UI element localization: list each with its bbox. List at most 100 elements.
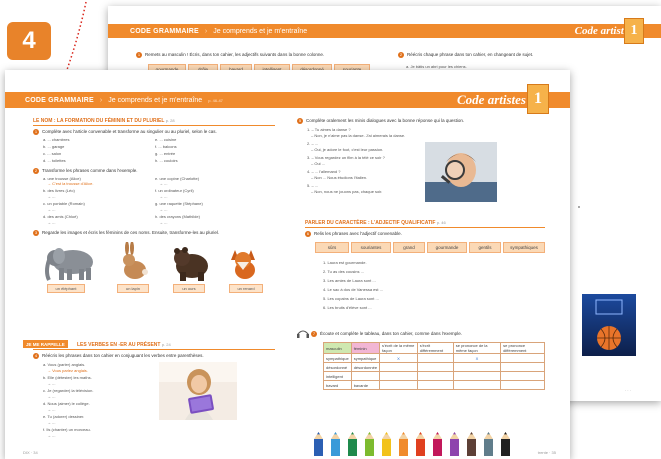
exercise-2-item: f. un ordinateur (Cyril)	[155, 188, 194, 193]
colored-pencil-icon	[484, 432, 493, 456]
table-row: intelligent	[323, 371, 545, 381]
adjective-chip: grand	[393, 242, 425, 253]
table-cell	[416, 371, 454, 381]
exercise-1-item: f. ... balcons	[155, 144, 177, 149]
table-cell	[416, 353, 454, 363]
dialogue-line: – Oui, je adore le foot, c'est leur pass…	[311, 147, 384, 152]
exercise-2-answer: → ...	[47, 194, 56, 199]
colored-pencil-icon	[331, 432, 340, 456]
animal-label: un renard	[229, 284, 263, 293]
unit-tag: 1	[527, 84, 549, 114]
dialogue-line: – Non, nous ne jouons pas, chaque soir.	[311, 189, 383, 194]
exercise-4-answer: → ...	[47, 420, 56, 425]
exercise-1-item: a. ... chambres	[43, 137, 70, 142]
table-cell	[500, 371, 545, 381]
rabbit-illustration	[123, 242, 148, 279]
exercise-1-item: d. ... toilettes	[43, 158, 66, 163]
adjective-chip: gourmande	[427, 242, 467, 253]
table-cell	[379, 371, 418, 381]
back-exercise-2: 2 Réécris chaque phrase dans ton cahier, …	[398, 52, 534, 58]
table-cell: désordonnée	[350, 362, 381, 372]
exercise-4-answer: → ...	[47, 433, 56, 438]
section-title-adjective: PARLER DU CARACTÈRE : L'ADJECTIF QUALIFI…	[305, 220, 446, 226]
exercise-4-item: d. Nous (aimer) le collège.	[43, 401, 90, 406]
animal-label: un ours	[173, 284, 205, 293]
table-cell	[416, 362, 454, 372]
dialogue-line: – Non ... Nous étudions l'italien.	[311, 175, 368, 180]
table-cell	[416, 380, 454, 390]
table-cell: sympathique	[323, 353, 352, 363]
table-row: sympathique sympathique X X	[323, 353, 545, 363]
adjective-chip: souriantes	[351, 242, 391, 253]
back-page-header: CODE GRAMMAIRE › Je comprends et je m'en…	[108, 24, 661, 38]
section-rule	[305, 227, 545, 228]
exercise-4-item: b. Elle (détester) les maths.	[43, 375, 92, 380]
table-cell	[500, 353, 545, 363]
step-number-badge: 4	[7, 22, 51, 60]
colored-pencil-icon	[314, 432, 323, 456]
bear-illustration	[174, 247, 208, 281]
table-header: s'écrit de la même façon	[379, 342, 418, 354]
exercise-7-instruction: 7 Écoute et complète le tableau, dans ton…	[311, 331, 462, 337]
table-cell: sympathique	[350, 353, 381, 363]
colored-pencil-icon	[501, 432, 510, 456]
page-footer-left: DIX · 34	[23, 450, 38, 455]
header-separator: ›	[99, 96, 103, 104]
exercise-1-item: h. ... couloirs	[155, 158, 178, 163]
girl-with-tablet-photo	[159, 362, 237, 420]
exercise-6-item: 3. Les amies de Laura sont ...	[323, 278, 376, 283]
exercise-4-item: c. Je (regarder) la télévision.	[43, 388, 94, 393]
exercise-4-answer: → ...	[47, 394, 56, 399]
colored-pencil-icon	[416, 432, 425, 456]
exercise-1-item: c. ... salon	[43, 151, 62, 156]
exercise-1-item: e. ... cuisine	[155, 137, 177, 142]
table-cell: bavard	[323, 380, 352, 390]
exercise-2-instruction: 2 Transforme les phrases comme dans l'exe…	[33, 168, 138, 174]
listening-headphones-icon	[297, 330, 309, 338]
dialogue-line: – Oui ...	[311, 161, 326, 166]
section-title-noun: LE NOM : LA FORMATION DU FÉMININ ET DU P…	[33, 118, 175, 124]
header-page-ref: p. 46-47	[208, 97, 223, 103]
animal-label: un lapin	[117, 284, 149, 293]
table-cell	[452, 362, 502, 372]
exercise-6-item: 6. Les bruits d'élève sont ...	[323, 305, 372, 310]
dialogue-line: 5. – ...	[307, 183, 319, 188]
exercise-2-item: d. des amis (Chloé)	[43, 214, 78, 219]
table-cell: X	[379, 353, 418, 363]
exercise-2-item: h. des crayons (Mathilde)	[155, 214, 200, 219]
exercise-4-item: e. Tu (adorer) dessiner.	[43, 414, 85, 419]
exercise-4-item: f. Ils (chanter) un morceau.	[43, 427, 91, 432]
basketball-photo	[582, 294, 636, 356]
table-row: bavard bavarde	[323, 380, 545, 390]
exercise-5-instruction: 5 Complète oralement les minis dialogues …	[297, 118, 465, 124]
adjective-chip: sympathiques	[503, 242, 545, 253]
exercise-2-answer: → ...	[47, 220, 56, 225]
table-header: s'écrit différemment	[416, 342, 454, 354]
table-cell	[500, 380, 545, 390]
exercise-4-item: a. Vous (parler) anglais.	[43, 362, 86, 367]
dialogue-line: 4. – ... l'allemand ?	[307, 169, 341, 174]
colored-pencil-icon	[433, 432, 442, 456]
section-rule	[33, 349, 275, 350]
back-module-name: CODE GRAMMAIRE	[130, 27, 199, 35]
section-rule	[33, 125, 275, 126]
back-header-title: Je comprends et je m'entraîne	[213, 27, 308, 35]
exercise-1-item: g. ... entrée	[155, 151, 176, 156]
table-cell	[500, 362, 545, 372]
dialogue-line: – Non, je n'aime pas la danse. J'ai aime…	[311, 133, 406, 138]
exercise-6-item: 5. Les copains de Laura sont ...	[323, 296, 379, 301]
back-header-separator: ›	[204, 27, 208, 35]
colored-pencil-icon	[348, 432, 357, 456]
back-unit-tag: 1	[624, 18, 644, 44]
module-name: CODE GRAMMAIRE	[25, 96, 94, 104]
colored-pencil-icon	[450, 432, 459, 456]
dialogue-line: 2. – ...	[307, 141, 319, 146]
exercise-6-item: 2. Tu as des cousins ...	[323, 269, 364, 274]
elephant-illustration	[45, 248, 93, 281]
dialogue-line: 3. – Vous regardez un film à la télé ce …	[307, 155, 385, 160]
exercise-6-instruction: 6 Relis les phrases avec l'adjectif conve…	[305, 231, 402, 237]
exercise-4-instruction: 4 Réécris les phrases dans ton cahier en …	[33, 353, 204, 359]
colored-pencil-icon	[382, 432, 391, 456]
exercise-2-item: g. une raquette (Stéphane)	[155, 201, 203, 206]
section-title-verbs: LES VERBES EN -ER AU PRÉSENT p. 24	[77, 342, 171, 348]
